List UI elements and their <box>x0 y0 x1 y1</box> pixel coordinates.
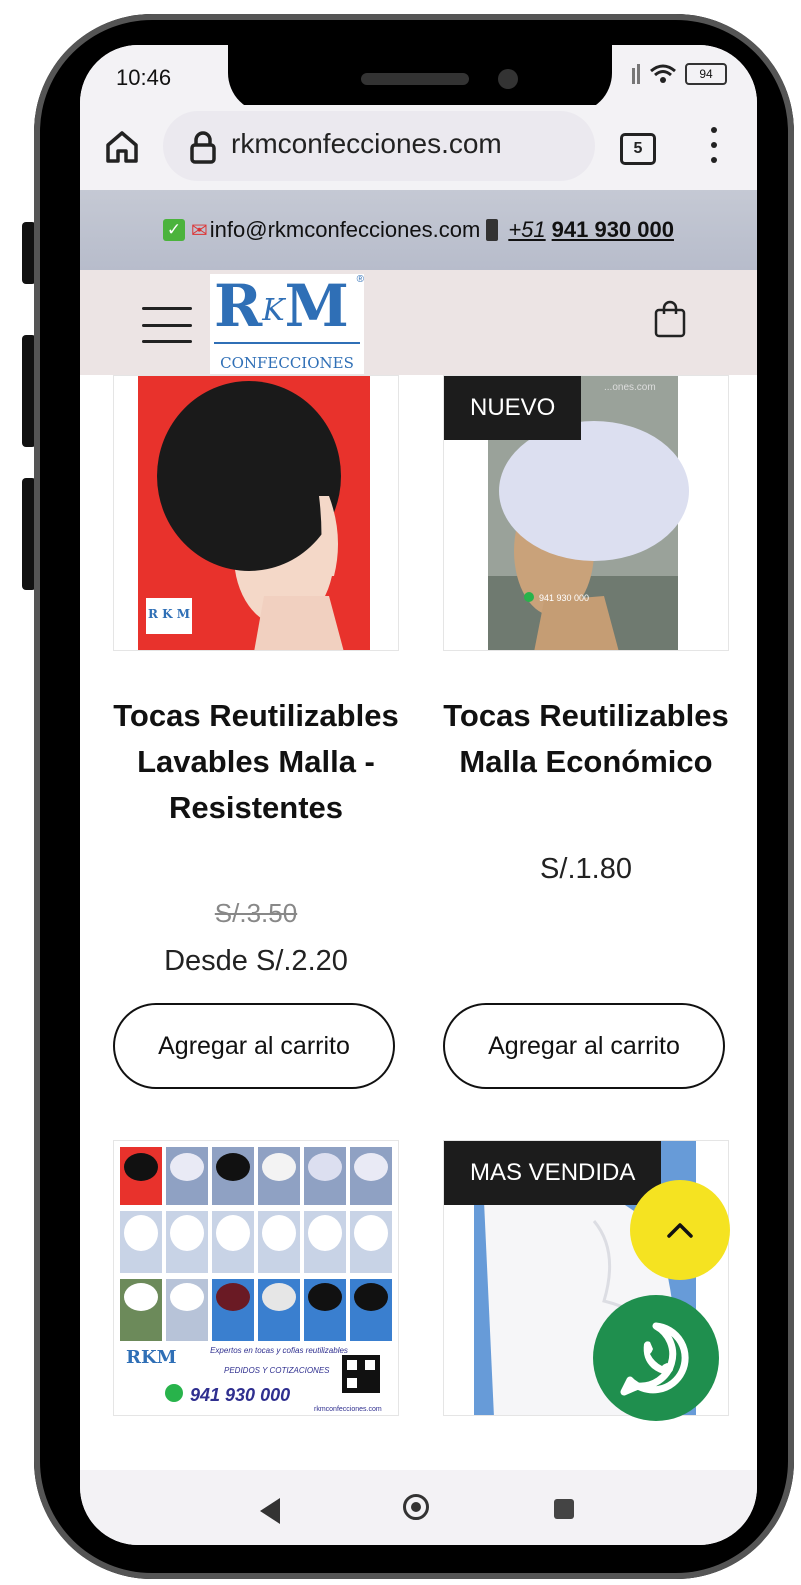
svg-text:R K M: R K M <box>148 607 190 621</box>
svg-text:PEDIDOS Y COTIZACIONES: PEDIDOS Y COTIZACIONES <box>224 1366 330 1375</box>
check-icon: ✓ <box>163 219 185 241</box>
badge-new: NUEVO <box>444 376 582 440</box>
product-image[interactable]: RKM Expertos en tocas y cofias reutiliza… <box>113 1140 399 1416</box>
product-price: S/.1.80 <box>540 853 632 885</box>
shopping-bag-icon[interactable] <box>653 300 687 338</box>
logo-subtitle: CONFECCIONES <box>220 354 354 372</box>
back-icon[interactable] <box>260 1498 280 1524</box>
contact-email[interactable]: info@rkmconfecciones.com <box>210 217 481 243</box>
add-to-cart-button[interactable]: Agregar al carrito <box>113 1003 395 1089</box>
browser-toolbar: rkmconfecciones.com 5 <box>80 105 757 190</box>
phone-screen: 10:46 94 rkmconfecciones.com 5 ✓ ✉ info@… <box>80 45 757 1545</box>
chevron-up-icon <box>667 1223 693 1238</box>
recents-icon[interactable] <box>554 1499 574 1519</box>
scroll-to-top-button[interactable] <box>630 1180 730 1280</box>
menu-icon[interactable] <box>704 123 724 167</box>
hamburger-icon[interactable] <box>142 307 192 343</box>
product-image[interactable]: R K M <box>113 375 399 651</box>
camera-notch <box>228 45 612 113</box>
whatsapp-button[interactable] <box>593 1295 719 1421</box>
lock-icon <box>190 131 216 164</box>
phone-number-link[interactable]: 941 930 000 <box>552 217 674 243</box>
phone-prefix[interactable]: +51 <box>508 217 545 243</box>
wifi-icon <box>650 64 676 83</box>
android-nav-bar <box>80 1470 757 1545</box>
home-icon[interactable] <box>102 127 142 167</box>
contact-bar: ✓ ✉ info@rkmconfecciones.com +51 941 930… <box>80 190 757 270</box>
badge-best-seller: MAS VENDIDA <box>444 1141 662 1205</box>
status-time: 10:46 <box>116 65 172 90</box>
svg-text:Expertos en tocas y cofias reu: Expertos en tocas y cofias reutilizables <box>210 1346 348 1355</box>
product-title[interactable]: Tocas Reutilizables Lavables Malla - Res… <box>113 693 399 831</box>
svg-text:941 930 000: 941 930 000 <box>190 1385 290 1405</box>
site-logo[interactable]: RKM CONFECCIONES ® <box>210 274 364 374</box>
product-photo-black-cap: R K M <box>138 376 370 650</box>
add-to-cart-button[interactable]: Agregar al carrito <box>443 1003 725 1089</box>
phone-icon <box>486 219 499 241</box>
status-icons: 94 <box>631 63 727 85</box>
home-circle-icon[interactable] <box>403 1494 429 1520</box>
svg-text:941 930 000: 941 930 000 <box>539 593 589 603</box>
tabs-icon[interactable]: 5 <box>620 133 656 165</box>
url-text: rkmconfecciones.com <box>231 128 502 159</box>
battery-icon: 94 <box>685 63 727 85</box>
signal-icon <box>632 64 640 84</box>
address-bar[interactable]: rkmconfecciones.com <box>163 111 595 181</box>
product-catalog-collage: RKM Expertos en tocas y cofias reutiliza… <box>114 1141 398 1415</box>
svg-text:RKM: RKM <box>126 1347 177 1368</box>
whatsapp-icon <box>620 1322 689 1396</box>
product-title[interactable]: Tocas Reutilizables Malla Económico <box>443 693 729 785</box>
product-price: Desde S/.2.20 <box>164 945 348 977</box>
site-header: RKM CONFECCIONES ® <box>80 270 757 375</box>
svg-text:...ones.com: ...ones.com <box>604 382 656 393</box>
product-image[interactable]: 941 930 000 ...ones.com NUEVO <box>443 375 729 651</box>
product-old-price: S/.3.50 <box>214 898 298 928</box>
envelope-icon: ✉ <box>191 219 208 242</box>
svg-text:rkmconfecciones.com: rkmconfecciones.com <box>314 1406 382 1413</box>
